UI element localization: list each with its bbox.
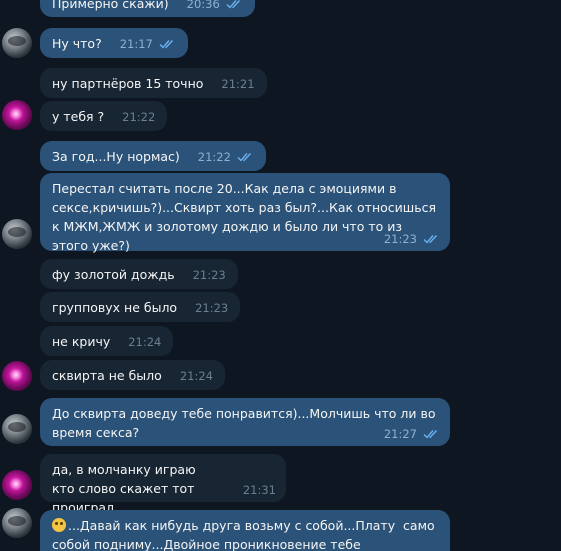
message-text: Ну что? <box>52 36 102 51</box>
message-time: 21:31 <box>242 483 276 497</box>
message-time: 21:23 <box>195 301 229 315</box>
message-incoming[interactable]: групповух не было 21:23 <box>40 292 241 322</box>
message-incoming[interactable]: у тебя ? 21:22 <box>40 101 168 131</box>
message-outgoing[interactable]: Примерно скажи) 20:36 <box>40 0 255 17</box>
message-time: 21:21 <box>221 77 255 91</box>
chat-history[interactable]: Примерно скажи) 20:36 Ну что? 21:17 ну п… <box>0 0 561 551</box>
message-time: 21:17 <box>119 37 153 51</box>
message-incoming[interactable]: да, в молчанку играю кто слово скажет то… <box>40 454 286 515</box>
double-check-icon <box>159 39 176 49</box>
message-text: групповух не было <box>52 300 178 315</box>
message-meta: 21:22 <box>122 110 155 124</box>
message-text: Перестал считать после 20...Как дела с э… <box>52 181 440 253</box>
message-meta: 21:31 <box>243 483 276 497</box>
message-text: Примерно скажи) <box>52 0 169 11</box>
message-text: ...Давай как нибудь друга возьму с собой… <box>52 518 435 551</box>
message-text: фу золотой дождь <box>52 267 175 282</box>
message-meta: 21:23 <box>384 232 440 246</box>
avatar[interactable] <box>2 361 32 391</box>
message-incoming[interactable]: не кричу 21:24 <box>40 326 174 356</box>
avatar[interactable] <box>2 414 32 444</box>
message-meta: 21:22 <box>198 150 254 164</box>
message-text: ну партнёров 15 точно <box>52 76 204 91</box>
message-meta: 21:23 <box>193 268 226 282</box>
message-incoming[interactable]: фу золотой дождь 21:23 <box>40 259 238 289</box>
double-check-icon <box>423 234 440 244</box>
message-text: да, в молчанку играю кто слово скажет то… <box>52 462 196 515</box>
avatar[interactable] <box>2 508 32 538</box>
message-time: 21:22 <box>197 150 231 164</box>
double-check-icon <box>423 429 440 439</box>
message-outgoing[interactable]: Перестал считать после 20...Как дела с э… <box>40 173 450 253</box>
message-text: не кричу <box>52 334 111 349</box>
message-incoming[interactable]: ну партнёров 15 точно 21:21 <box>40 68 267 98</box>
message-meta: 21:27 <box>384 427 440 441</box>
message-meta: 21:23 <box>195 301 228 315</box>
message-outgoing[interactable]: До сквирта доведу тебе понравится)...Мол… <box>40 398 450 446</box>
message-text: сквирта не было <box>52 368 162 383</box>
message-incoming[interactable]: сквирта не было 21:24 <box>40 360 225 390</box>
message-time: 21:24 <box>128 335 162 349</box>
message-outgoing[interactable]: За год...Ну нормас) 21:22 <box>40 141 266 171</box>
avatar[interactable] <box>2 100 32 130</box>
message-meta: 21:17 <box>120 37 176 51</box>
message-text: До сквирта доведу тебе понравится)...Мол… <box>52 406 440 440</box>
grinning-sweat-emoji <box>52 518 66 532</box>
message-time: 21:22 <box>122 110 156 124</box>
avatar[interactable] <box>2 470 32 500</box>
message-time: 21:23 <box>192 268 226 282</box>
message-time: 20:36 <box>186 0 220 11</box>
avatar[interactable] <box>2 219 32 249</box>
message-text: За год...Ну нормас) <box>52 149 180 164</box>
double-check-icon <box>226 0 243 9</box>
message-time: 21:27 <box>383 427 417 441</box>
message-meta: 21:24 <box>180 369 213 383</box>
message-text: у тебя ? <box>52 109 105 124</box>
message-time: 21:23 <box>383 232 417 246</box>
message-outgoing[interactable]: ...Давай как нибудь друга возьму с собой… <box>40 510 450 551</box>
avatar[interactable] <box>2 28 32 58</box>
message-time: 21:24 <box>179 369 213 383</box>
message-meta: 21:21 <box>221 77 254 91</box>
message-meta: 21:24 <box>128 335 161 349</box>
message-outgoing[interactable]: Ну что? 21:17 <box>40 28 188 58</box>
message-meta: 20:36 <box>187 0 243 11</box>
double-check-icon <box>237 152 254 162</box>
